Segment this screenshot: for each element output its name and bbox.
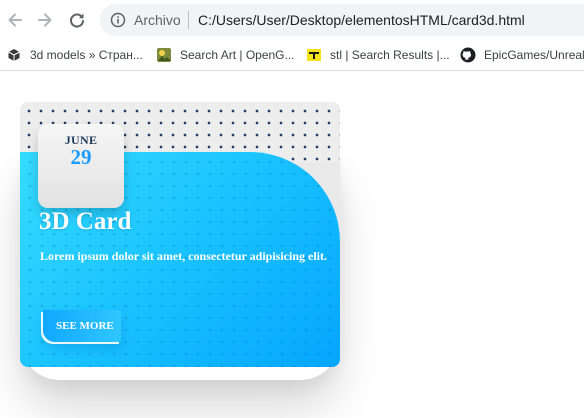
- address-scheme: Archivo: [134, 12, 181, 28]
- bookmark-unreal[interactable]: EpicGames/UnrealE: [460, 46, 584, 64]
- bookmark-label: EpicGames/UnrealE: [484, 48, 584, 62]
- bookmarks-bar: 3d models » Стран... Search Art | OpenG.…: [0, 40, 584, 71]
- see-more-button[interactable]: SEE MORE: [43, 310, 121, 342]
- see-more-label: SEE MORE: [56, 320, 114, 332]
- date-day: 29: [70, 145, 92, 169]
- card-description: Lorem ipsum dolor sit amet, consectetur …: [40, 249, 327, 263]
- forward-button[interactable]: [34, 9, 56, 31]
- card-title: 3D Card: [39, 208, 132, 235]
- bookmark-3d-models[interactable]: 3d models » Стран...: [6, 46, 143, 64]
- address-separator: [188, 11, 189, 29]
- info-icon[interactable]: [110, 12, 126, 28]
- arrow-left-icon: [6, 11, 24, 29]
- github-icon: [460, 47, 476, 63]
- reload-button[interactable]: [66, 9, 88, 31]
- opengameart-icon: [156, 47, 172, 63]
- cube-icon: [6, 47, 22, 63]
- date-badge: JUNE 29: [38, 124, 124, 208]
- bookmark-stl-search[interactable]: stl | Search Results |...: [306, 46, 450, 64]
- bookmark-opengameart[interactable]: Search Art | OpenG...: [156, 46, 295, 64]
- address-bar[interactable]: Archivo C:/Users/User/Desktop/elementosH…: [100, 4, 584, 36]
- arrow-right-icon: [36, 11, 54, 29]
- bookmark-label: stl | Search Results |...: [330, 48, 450, 62]
- back-button[interactable]: [4, 9, 26, 31]
- address-url[interactable]: C:/Users/User/Desktop/elementosHTML/card…: [198, 12, 525, 28]
- bookmark-label: Search Art | OpenG...: [180, 48, 295, 62]
- thingiverse-icon: [306, 47, 322, 63]
- reload-icon: [68, 11, 86, 29]
- browser-toolbar: Archivo C:/Users/User/Desktop/elementosH…: [0, 0, 584, 40]
- bookmark-label: 3d models » Стран...: [30, 48, 143, 62]
